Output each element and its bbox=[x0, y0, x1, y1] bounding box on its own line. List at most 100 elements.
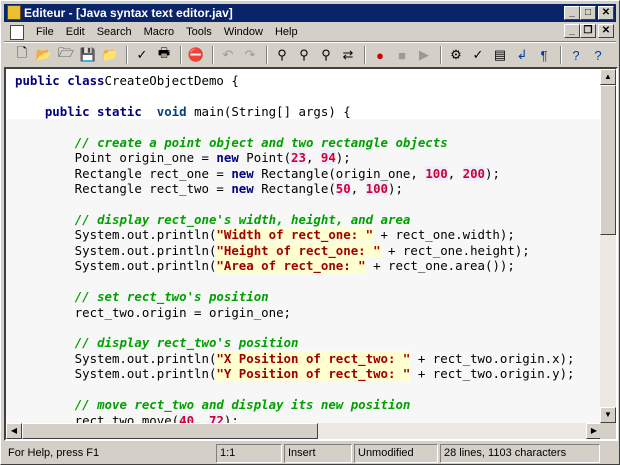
open-icon[interactable]: 📂 bbox=[34, 46, 54, 64]
code-line bbox=[6, 196, 602, 212]
code-line: // move rect_two and display its new pos… bbox=[6, 397, 602, 413]
editor[interactable]: public classCreateObjectDemo { public st… bbox=[4, 67, 618, 441]
code-line: rect_two.origin = origin_one; bbox=[6, 304, 602, 320]
settings-icon[interactable]: ⚙ bbox=[446, 46, 466, 64]
app-window: Editeur - [Java syntax text editor.jav] … bbox=[0, 0, 620, 465]
code-line: // set rect_two's position bbox=[6, 289, 602, 305]
stop-icon[interactable]: ⛔ bbox=[186, 46, 206, 64]
code-line bbox=[6, 119, 602, 135]
code-line: // create a point object and two rectang… bbox=[6, 134, 602, 151]
code-text: , bbox=[350, 181, 366, 197]
number-literal: 100 bbox=[425, 165, 448, 181]
code-text: , bbox=[447, 165, 463, 181]
play-macro-icon[interactable]: ▶ bbox=[414, 46, 434, 64]
scroll-corner bbox=[600, 423, 616, 439]
comment: // move rect_two and display its new pos… bbox=[74, 397, 411, 413]
minimize-button[interactable]: _ bbox=[564, 6, 580, 20]
code-area[interactable]: public classCreateObjectDemo { public st… bbox=[6, 69, 602, 423]
replace-icon[interactable]: ⇄ bbox=[338, 46, 358, 64]
horizontal-scrollbar[interactable]: ◀ ▶ bbox=[6, 423, 602, 439]
toolbar-separator bbox=[180, 46, 182, 64]
keyword: void bbox=[149, 103, 187, 119]
code-line: System.out.println("Area of rect_one: " … bbox=[6, 258, 602, 274]
help-icon[interactable]: ? bbox=[588, 46, 608, 64]
number-literal: 94 bbox=[320, 150, 336, 166]
code-text: Rectangle( bbox=[253, 181, 336, 197]
save-icon[interactable]: 💾 bbox=[78, 46, 98, 64]
keyword: public static bbox=[44, 103, 142, 119]
code-line: public classCreateObjectDemo { bbox=[6, 73, 602, 88]
document-icon[interactable] bbox=[10, 24, 24, 40]
new-file-icon[interactable]: 🗋 bbox=[12, 45, 32, 64]
status-position: 1:1 bbox=[216, 444, 282, 463]
string-literal: "Area of rect_one: " bbox=[216, 258, 366, 274]
menu-help[interactable]: Help bbox=[269, 26, 304, 38]
redo-icon[interactable]: ↷ bbox=[240, 46, 260, 64]
code-text: , bbox=[305, 150, 321, 166]
toolbar-separator bbox=[364, 46, 366, 64]
doc-minimize-button[interactable]: _ bbox=[564, 24, 580, 38]
code-line bbox=[6, 381, 602, 398]
code-text: Rectangle rect_two = bbox=[15, 181, 232, 197]
code-text: Point origin_one = bbox=[15, 150, 217, 166]
menu-macro[interactable]: Macro bbox=[138, 26, 181, 38]
divider bbox=[4, 41, 616, 43]
code-text: System.out.println( bbox=[15, 258, 217, 274]
horizontal-scroll-thumb[interactable] bbox=[22, 423, 318, 439]
toolbar: 🗋 📂 🗁 💾 📁 ✓ 🖶 ⛔ ↶ ↷ ⚲ ⚲ ⚲ ⇄ ● ■ ▶ ⚙ ✓ ▤ ↲ ¶?? bbox=[4, 44, 616, 66]
vertical-scrollbar[interactable]: ▲ ▼ bbox=[600, 69, 616, 423]
spell-check-icon[interactable]: ✓ bbox=[132, 46, 152, 64]
stop-macro-icon[interactable]: ■ bbox=[392, 46, 412, 64]
vertical-scroll-thumb[interactable] bbox=[600, 85, 616, 235]
undo-icon[interactable]: ↶ bbox=[218, 46, 238, 64]
record-macro-icon[interactable]: ● bbox=[370, 46, 390, 64]
maximize-button[interactable]: □ bbox=[580, 6, 596, 20]
menu-tools[interactable]: Tools bbox=[180, 26, 218, 38]
spell-options-icon[interactable]: ✓ bbox=[468, 46, 488, 64]
code-text: System.out.println( bbox=[15, 242, 217, 258]
keyword: new bbox=[231, 165, 254, 181]
status-bar: For Help, press F1 1:1 Insert Unmodified… bbox=[4, 444, 616, 463]
code-text: ); bbox=[485, 165, 500, 181]
print-icon[interactable]: 🖶 bbox=[154, 45, 174, 64]
code-text: ); bbox=[388, 181, 403, 197]
menu-search[interactable]: Search bbox=[91, 26, 138, 38]
code-text: rect_two.origin = origin_one; bbox=[15, 304, 292, 320]
context-help-icon[interactable]: ? bbox=[566, 46, 586, 64]
find-file-icon[interactable]: 🗁 bbox=[56, 45, 76, 64]
code-text: + rect_two.origin.y); bbox=[410, 366, 575, 382]
wrap-icon[interactable]: ↲ bbox=[512, 46, 532, 64]
code-line: // display rect_two's position bbox=[6, 335, 602, 351]
code-text: Rectangle(origin_one, bbox=[253, 165, 426, 181]
pilcrow-icon[interactable]: ¶ bbox=[534, 46, 554, 64]
code-text: rect_two.move( bbox=[15, 412, 180, 423]
menu-file[interactable]: File bbox=[30, 26, 60, 38]
scroll-down-button[interactable]: ▼ bbox=[600, 407, 616, 423]
keyword: new bbox=[231, 181, 254, 197]
code-line: public static void main(String[] args) { bbox=[6, 104, 602, 119]
string-literal: "Height of rect_one: " bbox=[216, 242, 381, 258]
scroll-up-button[interactable]: ▲ bbox=[600, 69, 616, 85]
windows-icon[interactable]: ▤ bbox=[490, 46, 510, 64]
status-stats: 28 lines, 1103 characters bbox=[440, 444, 600, 463]
code-text: main(String[] args) { bbox=[186, 103, 351, 119]
code-text: CreateObjectDemo { bbox=[104, 73, 239, 88]
menu-edit[interactable]: Edit bbox=[60, 26, 91, 38]
number-literal: 23 bbox=[291, 150, 306, 166]
find-next-icon[interactable]: ⚲ bbox=[294, 46, 314, 64]
comment: // set rect_two's position bbox=[74, 289, 269, 305]
code-text: + rect_two.origin.x); bbox=[410, 350, 575, 366]
doc-close-button[interactable]: ✕ bbox=[598, 24, 614, 38]
find-icon[interactable]: ⚲ bbox=[272, 46, 292, 64]
find-prev-icon[interactable]: ⚲ bbox=[316, 46, 336, 64]
close-button[interactable]: ✕ bbox=[598, 6, 614, 20]
scroll-left-button[interactable]: ◀ bbox=[6, 423, 22, 439]
menu-window[interactable]: Window bbox=[218, 26, 269, 38]
save-all-icon[interactable]: 📁 bbox=[100, 46, 120, 64]
doc-restore-button[interactable]: ❐ bbox=[580, 24, 596, 38]
